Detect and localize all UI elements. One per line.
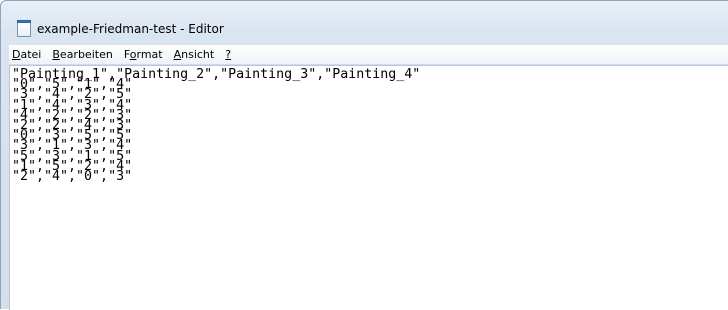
menu-help[interactable]: ? bbox=[221, 48, 235, 61]
notepad-icon[interactable] bbox=[17, 19, 31, 37]
menu-bar: Datei Bearbeiten Format Ansicht ? bbox=[9, 45, 728, 65]
document-text[interactable]: "Painting_1","Painting_2","Painting_3","… bbox=[12, 68, 728, 183]
text-editor-area[interactable]: "Painting_1","Painting_2","Painting_3","… bbox=[9, 65, 728, 310]
menu-format[interactable]: Format bbox=[120, 48, 167, 61]
menu-ansicht[interactable]: Ansicht bbox=[170, 48, 219, 61]
title-bar[interactable]: example-Friedman-test - Editor bbox=[7, 17, 723, 41]
menu-datei[interactable]: Datei bbox=[9, 48, 45, 61]
window-title: example-Friedman-test - Editor bbox=[37, 22, 224, 36]
notepad-window: example-Friedman-test - Editor Datei Bea… bbox=[0, 0, 728, 310]
menu-bearbeiten[interactable]: Bearbeiten bbox=[48, 48, 116, 61]
